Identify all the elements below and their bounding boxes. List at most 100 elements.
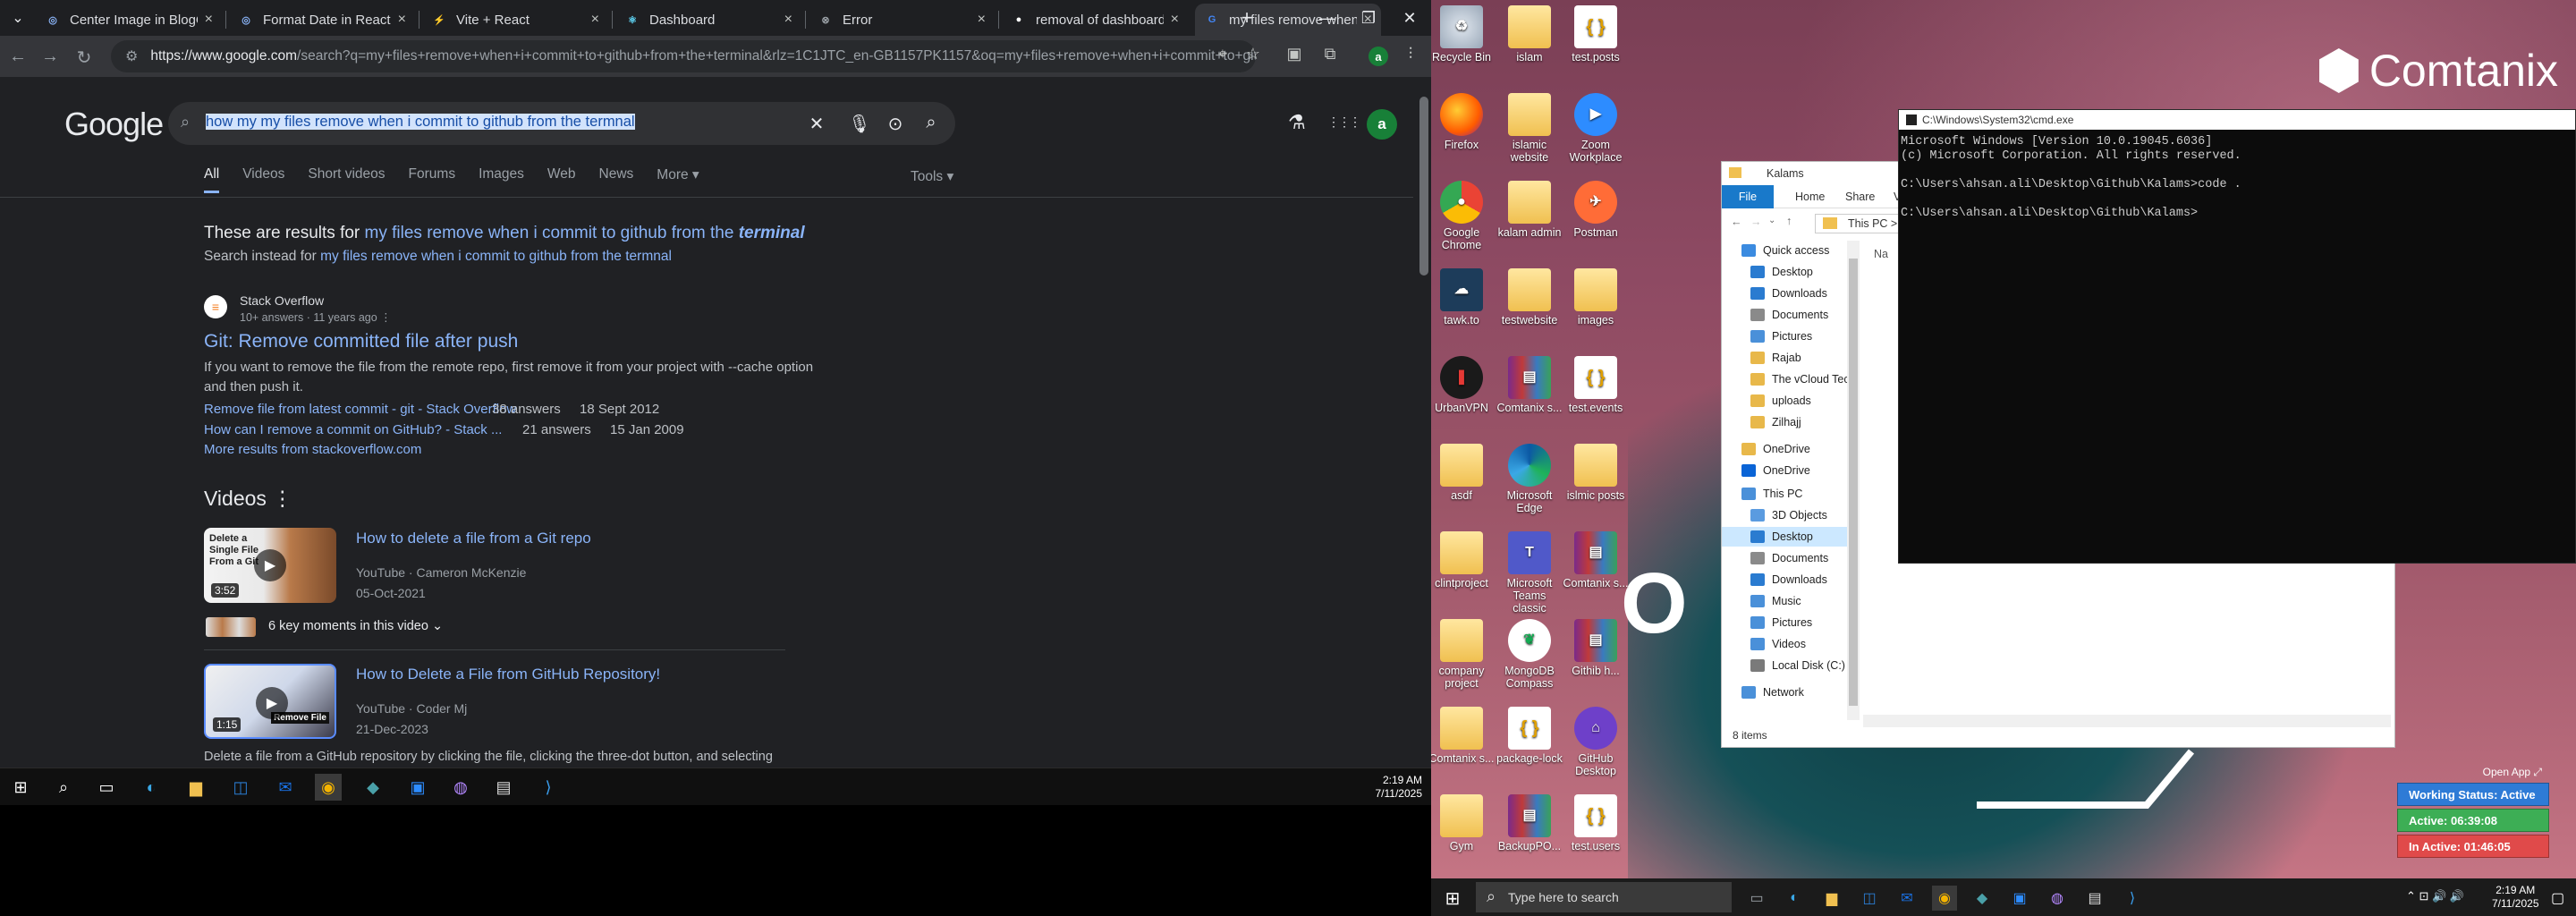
desktop-icon[interactable]: company project — [1431, 619, 1496, 690]
desktop-icon[interactable]: clintproject — [1431, 531, 1496, 589]
system-tray[interactable]: ⌃ ⊡ 🔊 🔊 — [2406, 889, 2464, 903]
nav-pane-item[interactable]: Local Disk (C:) — [1750, 656, 1845, 675]
tab-close-icon[interactable]: × — [784, 12, 792, 28]
search-icon[interactable]: ⌕ — [50, 774, 77, 801]
zoom-icon[interactable]: ▣ — [2007, 886, 2032, 911]
browser-tab[interactable]: ◎ Format Date in React C × — [229, 4, 415, 36]
back-icon[interactable]: ← — [1731, 216, 1742, 228]
chrome-icon[interactable]: ◉ — [1932, 886, 1957, 911]
tab-close-icon[interactable]: × — [398, 12, 406, 28]
desktop-icon[interactable]: { } test.users — [1562, 794, 1630, 852]
desktop-icon[interactable]: testwebsite — [1496, 268, 1563, 327]
search-tab[interactable]: All — [204, 166, 220, 193]
vscode-icon[interactable]: ⟩ — [2120, 886, 2145, 911]
nav-pane-item[interactable]: Music — [1750, 591, 1801, 611]
desktop-icon[interactable]: { } test.posts — [1562, 5, 1630, 64]
reading-list-icon[interactable]: ▣ — [1283, 45, 1306, 64]
nav-pane-item[interactable]: Desktop — [1722, 527, 1847, 547]
nav-pane-item[interactable]: Pictures — [1750, 327, 1812, 346]
vscode-icon[interactable]: ⟩ — [535, 774, 562, 801]
minimize-button[interactable]: — — [1306, 0, 1349, 36]
video-thumbnail[interactable]: Remove File ▶ 1:15 — [204, 664, 336, 739]
nav-pane-item[interactable]: Videos — [1750, 634, 1806, 654]
desktop-icon[interactable]: { } package-lock — [1496, 707, 1563, 765]
search-box[interactable]: ⌕ how my my files remove when i commit t… — [168, 102, 955, 145]
terminal-icon[interactable]: ▤ — [2082, 886, 2107, 911]
nav-pane-item[interactable]: Zilhajj — [1750, 412, 1801, 432]
browser-tab[interactable]: ◎ Center Image in BlogC × — [36, 4, 222, 36]
desktop-icon[interactable]: ❦ MongoDB Compass — [1496, 619, 1563, 690]
back-icon[interactable]: ← — [7, 47, 29, 67]
new-tab-button[interactable]: + — [1229, 0, 1265, 36]
ribbon-tab-file[interactable]: File — [1722, 185, 1774, 208]
outlook-icon[interactable]: ✉ — [1894, 886, 1919, 911]
mic-icon[interactable]: 🎙 — [848, 113, 871, 135]
desktop-icon[interactable]: Comtanix s... — [1431, 707, 1496, 765]
desktop-icon[interactable]: ❚ UrbanVPN — [1431, 356, 1496, 414]
edge-icon[interactable]: ◐ — [1782, 886, 1807, 911]
zoom-icon[interactable]: ▣ — [404, 774, 431, 801]
search-tab[interactable]: Videos — [242, 166, 284, 193]
desktop-icon[interactable]: islmic posts — [1562, 444, 1630, 502]
cmd-titlebar[interactable]: C:\Windows\System32\cmd.exe — [1899, 110, 2575, 130]
nav-pane-item[interactable]: Downloads — [1750, 570, 1827, 589]
desktop-icon[interactable]: islam — [1496, 5, 1563, 64]
search-tab[interactable]: Images — [479, 166, 524, 193]
corrected-query-link[interactable]: my files remove when i commit to github … — [365, 224, 805, 242]
taskbar-search-input[interactable]: Type here to search — [1476, 882, 1732, 912]
recent-icon[interactable]: ⌄ — [1768, 216, 1775, 225]
browser-menu-icon[interactable]: ⫶ — [1399, 45, 1422, 64]
nav-pane-item[interactable]: OneDrive — [1741, 461, 1810, 480]
nav-pane-item[interactable]: This PC — [1741, 484, 1802, 504]
search-tab[interactable]: Web — [547, 166, 576, 193]
search-tab[interactable]: News — [599, 166, 634, 193]
browser-tab[interactable]: ⚡ Vite + React × — [422, 4, 608, 36]
search-tab[interactable]: Short videos — [308, 166, 385, 193]
bookmark-star-icon[interactable]: ☆ — [1241, 45, 1265, 64]
search-tab[interactable]: More ▾ — [657, 166, 699, 193]
browser-tab[interactable]: ● removal of dashboard × — [1002, 4, 1188, 36]
forward-icon[interactable]: → — [1750, 216, 1762, 228]
app-icon[interactable]: ◆ — [360, 774, 386, 801]
open-app-link[interactable]: Open App ⤢ — [2397, 766, 2549, 779]
search-input[interactable]: how my my files remove when i commit to … — [206, 114, 635, 131]
desktop-icon[interactable]: Microsoft Edge — [1496, 444, 1563, 514]
tab-close-icon[interactable]: × — [1171, 12, 1179, 28]
location-icon[interactable]: ⌖ — [1211, 45, 1234, 64]
nav-pane-item[interactable]: Desktop — [1750, 262, 1813, 282]
clear-icon[interactable]: ✕ — [805, 113, 828, 135]
task-view-icon[interactable]: ▭ — [1744, 886, 1769, 911]
tools-button[interactable]: Tools ▾ — [911, 168, 953, 185]
nav-pane-item[interactable]: Documents — [1750, 548, 1828, 568]
taskbar-clock[interactable]: 2:19 AM 7/11/2025 — [2492, 884, 2539, 911]
file-explorer-icon[interactable]: ▆ — [182, 774, 209, 801]
nav-pane-item[interactable]: The vCloud Tech — [1750, 369, 1856, 389]
desktop-icon[interactable]: Gym — [1431, 794, 1496, 852]
search-submit-icon[interactable]: ⌕ — [919, 113, 943, 133]
column-header-name[interactable]: Na — [1874, 248, 1888, 260]
result-title-link[interactable]: Git: Remove committed file after push — [204, 331, 518, 352]
extensions-icon[interactable]: ⧉ — [1318, 45, 1342, 64]
nav-pane-item[interactable]: OneDrive — [1741, 439, 1810, 459]
key-moments-toggle[interactable]: 6 key moments in this video ⌄ — [268, 619, 443, 633]
address-bar[interactable]: ⚙ https://www.google.com/search?q=my+fil… — [111, 40, 1256, 72]
original-query-link[interactable]: my files remove when i commit to github … — [320, 249, 672, 264]
desktop-icon[interactable]: asdf — [1431, 444, 1496, 502]
up-icon[interactable]: ↑ — [1786, 215, 1792, 227]
reload-icon[interactable]: ↻ — [73, 47, 95, 69]
desktop-icon[interactable]: ● Google Chrome — [1431, 181, 1496, 251]
sub-result-link[interactable]: Remove file from latest commit - git - S… — [204, 402, 516, 417]
sub-result-link[interactable]: How can I remove a commit on GitHub? - S… — [204, 422, 522, 437]
video-thumbnail[interactable]: Delete a Single File From a Git ▶ 3:52 — [204, 528, 336, 603]
cmd-output[interactable]: Microsoft Windows [Version 10.0.19045.60… — [1899, 130, 2575, 221]
nav-pane-item[interactable]: Pictures — [1750, 613, 1812, 632]
forward-icon[interactable]: → — [39, 47, 61, 67]
chrome-icon[interactable]: ◉ — [315, 774, 342, 801]
start-icon[interactable]: ⊞ — [7, 774, 34, 801]
app-icon[interactable]: ◆ — [1970, 886, 1995, 911]
video-title-link[interactable]: How to Delete a File from GitHub Reposit… — [356, 666, 660, 683]
edge-icon[interactable]: ◐ — [138, 774, 165, 801]
desktop-icon[interactable]: ▤ Githib h... — [1562, 619, 1630, 677]
apps-grid-icon[interactable]: ⋮⋮⋮ — [1327, 114, 1361, 130]
desktop-icon[interactable]: ▶ Zoom Workplace — [1562, 93, 1630, 164]
